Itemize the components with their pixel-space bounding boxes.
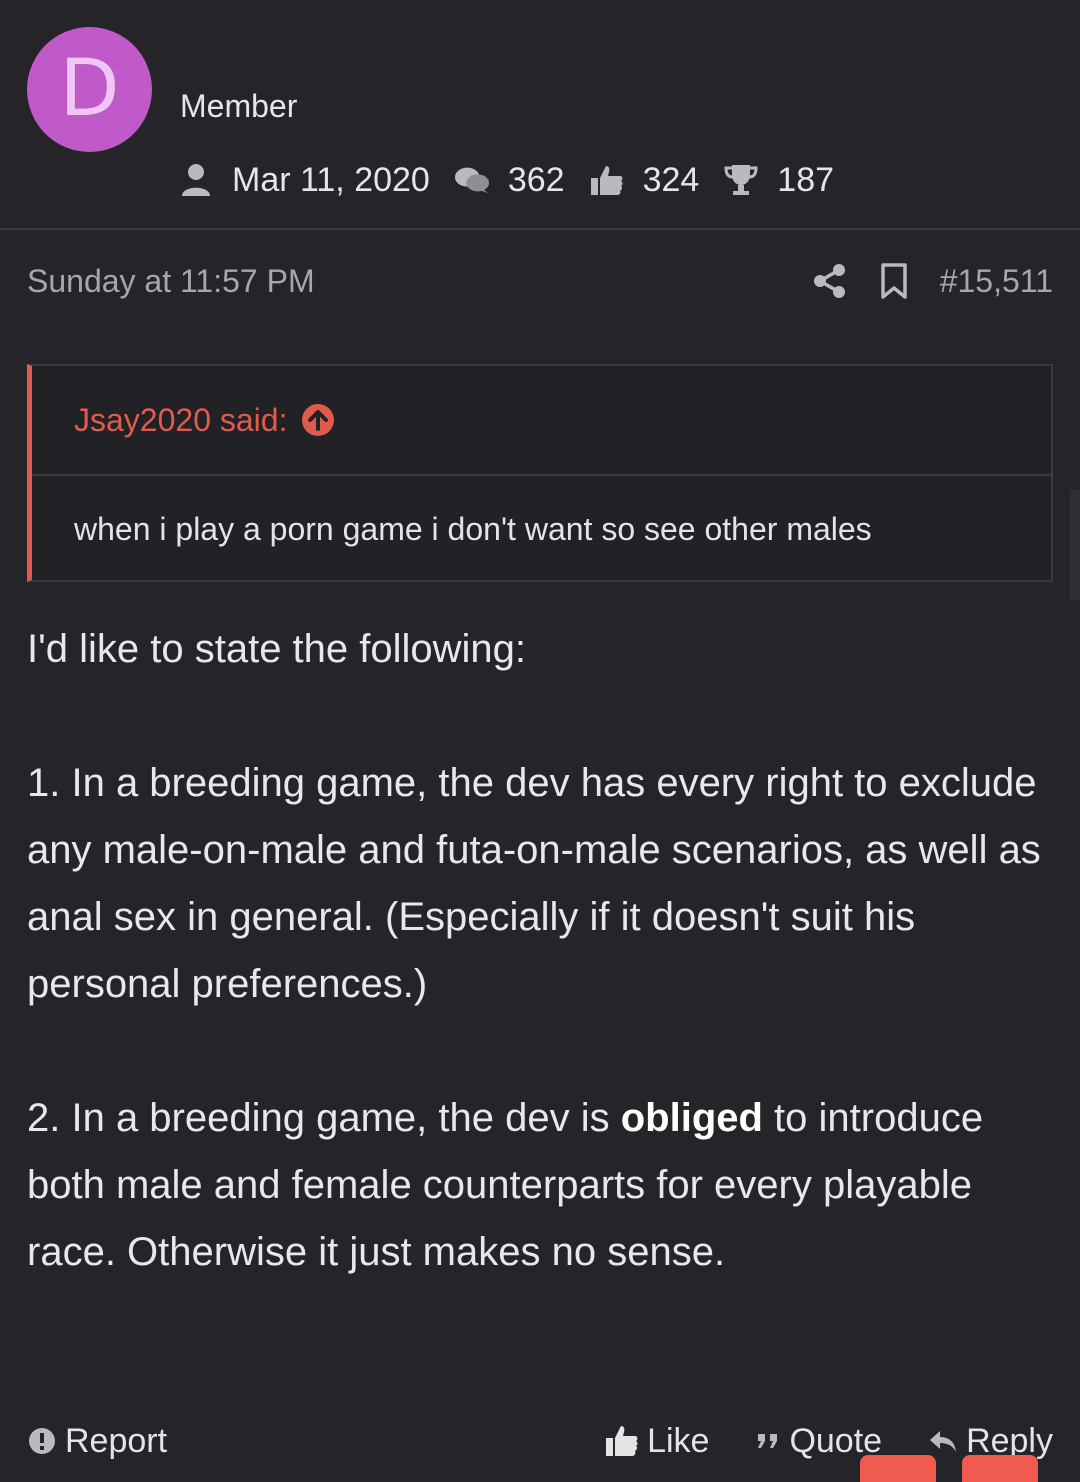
thumbs-up-icon: [605, 1424, 639, 1458]
quote-button[interactable]: Quote: [755, 1422, 882, 1461]
post-timestamp[interactable]: Sunday at 11:57 PM: [27, 263, 315, 300]
post-meta: Sunday at 11:57 PM #15,511: [27, 258, 1053, 304]
bookmark-icon[interactable]: [876, 261, 912, 301]
avatar[interactable]: D: [27, 27, 152, 152]
quote-text: when i play a porn game i don't want so …: [74, 510, 872, 547]
report-button[interactable]: Report: [27, 1422, 167, 1461]
quote-author[interactable]: Jsay2020 said:: [74, 402, 287, 439]
reactions-icon: [589, 160, 625, 200]
joined-date: Mar 11, 2020: [232, 160, 430, 199]
user-stats: Mar 11, 2020 362 324 187: [178, 158, 858, 202]
scrollbar[interactable]: [1070, 490, 1080, 600]
floating-button[interactable]: [962, 1455, 1038, 1482]
message-paragraph-3: 2. In a breeding game, the dev is oblige…: [27, 1085, 1053, 1286]
message-paragraph-1: I'd like to state the following:: [27, 627, 527, 671]
message-paragraph-2: 1. In a breeding game, the dev has every…: [27, 761, 1041, 1006]
report-label: Report: [65, 1421, 168, 1460]
alert-icon: [27, 1426, 57, 1456]
quote-block: Jsay2020 said: when i play a porn game i…: [27, 364, 1053, 582]
quote-header[interactable]: Jsay2020 said:: [32, 366, 1051, 476]
share-icon[interactable]: [812, 261, 848, 301]
message-body: I'd like to state the following: 1. In a…: [27, 616, 1053, 1286]
user-header: D Member Mar 11, 2020 362 324 187: [0, 0, 1080, 230]
bold-text: obliged: [620, 1096, 763, 1140]
like-label: Like: [647, 1421, 710, 1460]
messages-icon: [454, 160, 490, 200]
reply-icon: [928, 1428, 958, 1454]
post-number[interactable]: #15,511: [940, 263, 1053, 300]
like-button[interactable]: Like: [605, 1422, 709, 1461]
quote-icon: [755, 1430, 781, 1452]
user-title: Member: [180, 88, 298, 124]
floating-button[interactable]: [860, 1455, 936, 1482]
points-count: 187: [777, 160, 835, 199]
user-icon: [178, 160, 214, 200]
go-to-quote-icon[interactable]: [301, 403, 335, 437]
trophy-icon: [723, 160, 759, 200]
reaction-count: 324: [642, 160, 700, 199]
message-count: 362: [507, 160, 565, 199]
message-text: 2. In a breeding game, the dev is: [27, 1096, 621, 1140]
